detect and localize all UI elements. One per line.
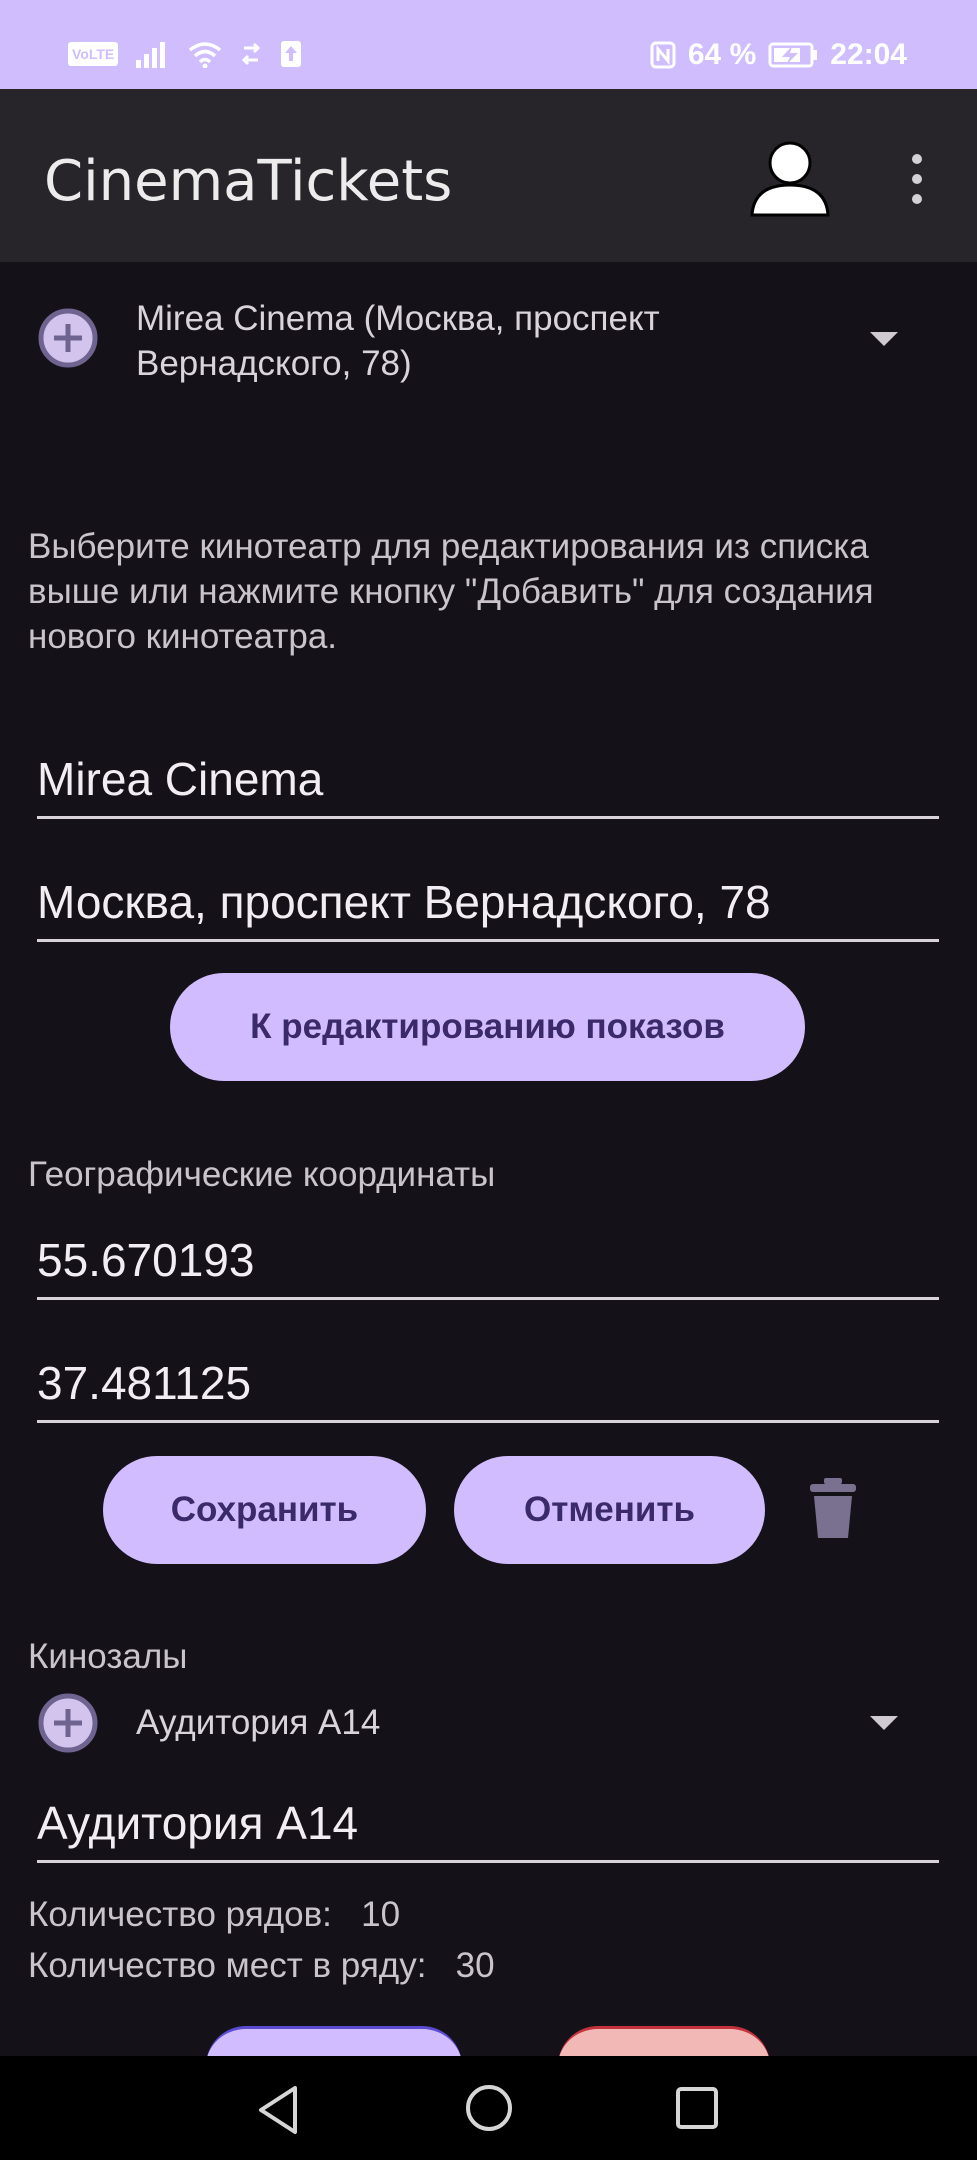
edit-shows-button[interactable]: К редактированию показов bbox=[170, 973, 805, 1081]
rows-label: Количество рядов: bbox=[28, 1895, 332, 1934]
rows-count: Количество рядов: 10 bbox=[28, 1895, 400, 1935]
battery-percent: 64 % bbox=[687, 38, 757, 71]
upload-icon bbox=[281, 41, 302, 67]
rows-value: 10 bbox=[361, 1895, 401, 1934]
seats-label: Количество мест в ряду: bbox=[28, 1946, 427, 1985]
app-title: CinemaTickets bbox=[44, 149, 453, 214]
longitude-field[interactable]: 37.481125 bbox=[37, 1356, 939, 1423]
longitude-value: 37.481125 bbox=[37, 1357, 252, 1409]
coordinates-label: Географические координаты bbox=[28, 1155, 496, 1194]
latitude-field[interactable]: 55.670193 bbox=[37, 1233, 939, 1300]
status-icons-right: 64 % 22:04 bbox=[650, 38, 907, 72]
more-vert-icon[interactable] bbox=[905, 151, 929, 207]
helper-text: Выберите кинотеатр для редактирования из… bbox=[28, 527, 874, 656]
chevron-down-icon[interactable] bbox=[870, 332, 898, 346]
nfc-icon bbox=[650, 41, 676, 69]
recents-icon[interactable] bbox=[674, 2085, 720, 2131]
cinema-name-value: Mirea Cinema bbox=[37, 753, 324, 805]
delete-icon[interactable] bbox=[808, 1476, 858, 1540]
battery-charging-icon bbox=[768, 42, 818, 68]
home-icon[interactable] bbox=[464, 2083, 514, 2133]
hall-save-button-partial[interactable] bbox=[206, 2024, 462, 2056]
save-button[interactable]: Сохранить bbox=[103, 1456, 426, 1564]
hall-delete-button-partial[interactable] bbox=[558, 2024, 770, 2056]
clock: 22:04 bbox=[830, 38, 907, 71]
latitude-value: 55.670193 bbox=[37, 1234, 255, 1286]
status-icons-left: VoLTE bbox=[68, 40, 302, 68]
add-hall-icon[interactable] bbox=[37, 1692, 99, 1754]
cancel-button[interactable]: Отменить bbox=[454, 1456, 765, 1564]
volte-badge: VoLTE bbox=[68, 42, 119, 66]
status-bar: VoLTE 64 % 22:04 bbox=[0, 0, 977, 89]
signal-icon bbox=[136, 42, 166, 68]
seats-value: 30 bbox=[455, 1946, 495, 1985]
chevron-down-icon[interactable] bbox=[870, 1716, 898, 1730]
halls-label: Кинозалы bbox=[28, 1637, 188, 1676]
hall-dropdown[interactable]: Аудитория А14 bbox=[136, 1700, 836, 1745]
app-bar: CinemaTickets bbox=[0, 89, 977, 262]
cinema-address-value: Москва, проспект Вернадского, 78 bbox=[37, 876, 771, 928]
cinema-dropdown[interactable]: Mirea Cinema (Москва, проспект Вернадско… bbox=[136, 296, 836, 386]
sync-icon bbox=[242, 42, 261, 66]
cinema-name-field[interactable]: Mirea Cinema bbox=[37, 752, 939, 819]
seats-count: Количество мест в ряду: 30 bbox=[28, 1946, 495, 1986]
navigation-bar bbox=[0, 2056, 977, 2160]
hall-name-field[interactable]: Аудитория А14 bbox=[37, 1796, 939, 1863]
hall-name-value: Аудитория А14 bbox=[37, 1797, 359, 1849]
person-icon[interactable] bbox=[748, 135, 832, 219]
wifi-icon bbox=[189, 42, 222, 68]
cinema-address-field[interactable]: Москва, проспект Вернадского, 78 bbox=[37, 875, 939, 942]
add-cinema-icon[interactable] bbox=[37, 307, 99, 369]
back-icon[interactable] bbox=[255, 2084, 303, 2136]
